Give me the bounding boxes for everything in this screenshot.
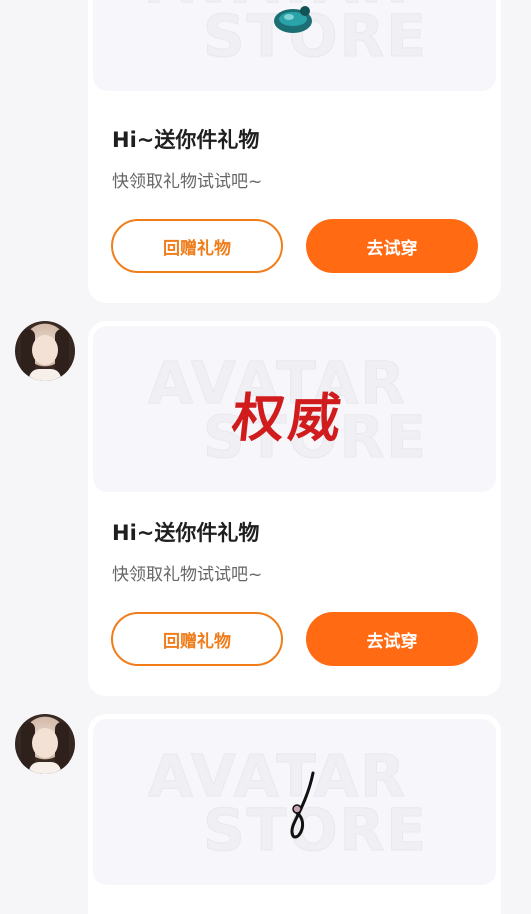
- try-on-button[interactable]: 去试穿: [306, 612, 478, 666]
- hairpin-icon: [290, 771, 315, 839]
- gift-subtitle: 快领取礼物试试吧~: [112, 172, 263, 192]
- gift-card: AVATAR STORE: [88, 714, 501, 914]
- gift-preview[interactable]: AVATAR STORE: [93, 719, 496, 885]
- try-on-button[interactable]: 去试穿: [306, 219, 478, 273]
- return-gift-button[interactable]: 回赠礼物: [111, 612, 283, 666]
- gift-title: Hi~送你件礼物: [112, 128, 260, 152]
- gift-card: AVATAR STORE 权威 Hi~送你件礼物 快领取礼物试试吧~ 回赠礼物 …: [88, 321, 501, 696]
- teal-ornament-icon: [274, 6, 312, 33]
- gift-item-text: 权威: [229, 388, 348, 449]
- avatar[interactable]: [15, 321, 75, 381]
- gift-preview[interactable]: AVATAR STORE: [93, 0, 496, 91]
- gift-card: AVATAR STORE Hi~送你件礼物 快领取礼物试试吧~ 回赠礼物 去试穿: [88, 0, 501, 303]
- gift-title: Hi~送你件礼物: [112, 521, 260, 545]
- gift-preview[interactable]: AVATAR STORE 权威: [93, 326, 496, 492]
- return-gift-button[interactable]: 回赠礼物: [111, 219, 283, 273]
- gift-subtitle: 快领取礼物试试吧~: [112, 565, 263, 585]
- avatar[interactable]: [15, 714, 75, 774]
